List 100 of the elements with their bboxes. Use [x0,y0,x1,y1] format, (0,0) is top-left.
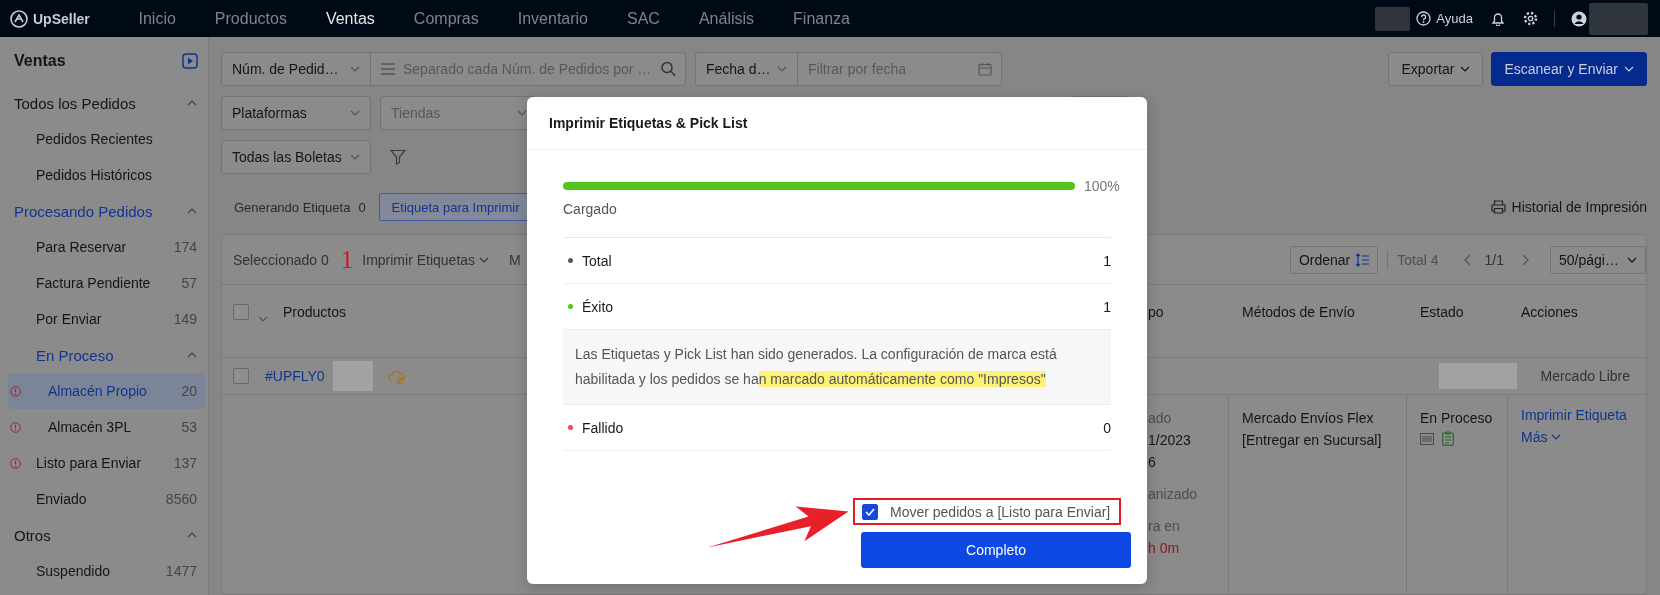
list-icon [381,63,395,75]
nav-item[interactable]: Inventario [498,9,608,28]
cell-text: ra en [1148,517,1181,536]
print-history-link[interactable]: Historial de Impresión [1490,199,1647,215]
next-page-icon[interactable] [1522,253,1530,266]
selected-count: Seleccionado 0 [233,251,329,268]
play-icon[interactable] [182,53,198,69]
dropdown[interactable]: Núm. de Pedid… [221,52,371,86]
nav-item[interactable]: Inicio [119,9,196,28]
sidebar-item[interactable]: Pedidos Recientes [8,121,206,157]
printer-icon [1490,200,1506,214]
user-icon[interactable] [1571,10,1587,27]
sidebar-item[interactable]: Enviado 8560 [8,481,206,517]
shipping-method: Mercado Envíos Flex [Entregar en Sucursal] [1242,410,1382,448]
sidebar-group[interactable]: Procesando Pedidos [8,193,206,229]
status-tab[interactable]: Generando Etiqueta 0 [221,193,379,221]
chevron-down-icon [350,66,360,72]
item-count: 149 [173,311,197,327]
toolbar-action: M [509,251,521,268]
summary-value: 1 [1103,298,1111,315]
sidebar-item[interactable]: Factura Pendiente 57 [8,265,206,301]
export-button[interactable]: Exportar [1388,52,1484,86]
sidebar-item[interactable]: Suspendido 1477 [8,553,206,589]
sidebar-group[interactable]: Otros [8,517,206,553]
settings-icon[interactable] [1523,11,1538,26]
check-icon [865,507,875,516]
sidebar-group[interactable]: Todos los Pedidos [8,85,206,121]
sort-button[interactable]: Ordenar [1289,245,1379,274]
sidebar-group[interactable]: En Proceso [8,337,206,373]
chevron-up-icon [187,532,197,538]
dialog-title: Imprimir Etiquetas & Pick List [549,115,748,131]
summary-value: 1 [1103,252,1111,269]
item-count: 1477 [165,563,197,579]
nav-item[interactable]: Compras [394,9,499,28]
chevron-up-icon [187,208,197,214]
chevron-down-icon [479,256,490,263]
sidebar-item[interactable]: Listo para Enviar 137 [8,445,206,481]
scan-button[interactable]: Escanear y Enviar [1491,52,1647,86]
sort-icon [1355,252,1370,267]
order-number-link[interactable]: #UPFLY0 [265,368,325,384]
column-header: Acciones [1521,304,1578,320]
print-labels-menu[interactable]: Imprimir Etiquetas [362,251,490,268]
progress-percent: 100% [1084,178,1120,194]
filter-icon[interactable] [390,149,406,165]
sidebar-item[interactable]: Almacén Propio 20 [8,373,206,409]
search-icon [661,61,676,77]
checkbox[interactable] [233,368,249,384]
more-menu[interactable]: Más [1521,429,1562,445]
print-label-link[interactable]: Imprimir Etiqueta [1521,407,1627,423]
complete-button[interactable]: Completo [861,532,1131,568]
column-header: Estado [1420,304,1464,320]
chevron-down-icon [517,110,527,116]
checkbox[interactable] [233,304,249,320]
sidebar-item[interactable]: Almacén 3PL 53 [8,409,206,445]
nav-item[interactable]: Ventas [306,9,395,28]
item-count: 57 [181,275,197,291]
column-header: Métodos de Envío [1242,304,1355,320]
nav-item[interactable]: Finanza [773,9,870,28]
sidebar-title: Ventas [14,52,66,70]
bell-icon[interactable] [1491,11,1505,26]
chevron-down-icon [258,316,268,322]
summary-label: Total [582,252,612,269]
checkbox[interactable] [862,503,878,520]
previous-page-icon[interactable] [1462,253,1471,266]
page-indicator: 1/1 [1484,251,1504,268]
sidebar-item[interactable]: Pedidos Históricos [8,157,206,193]
cloud-icon [387,368,405,384]
logo-icon [10,9,28,28]
item-count: 174 [173,239,197,255]
column-header: po [1148,304,1164,320]
chevron-down-icon [777,66,787,72]
chevron-down-icon [1624,66,1634,72]
help-icon [1416,11,1432,26]
sidebar-item[interactable]: Para Reservar 174 [8,229,206,265]
chevron-down-icon [350,110,360,116]
nav-item[interactable]: SAC [607,9,680,28]
alert-icon [10,457,21,469]
nav-item[interactable]: Análisis [679,9,774,28]
sidebar-item[interactable]: Por Enviar 149 [8,301,206,337]
redacted-block [1375,6,1411,31]
cell-text: h 0m [1148,539,1181,558]
chevron-up-icon [187,352,197,358]
item-count: 53 [181,419,197,435]
item-count: 137 [173,455,197,471]
nav-item[interactable]: Productos [195,9,307,28]
cell-text: ado [1148,409,1173,428]
chevron-down-icon [1627,256,1637,263]
dropdown[interactable]: Plataformas [221,96,371,130]
dropdown[interactable]: Fecha d… [695,52,798,86]
total-count: Total 4 [1397,251,1439,268]
column-header: Productos [283,304,347,322]
chevron-down-icon [1551,434,1562,440]
summary-label: Éxito [582,298,614,315]
item-count: 20 [181,383,197,399]
help-link[interactable]: Ayuda [1416,11,1473,26]
redacted-block [1589,2,1648,35]
checkbox-label: Mover pedidos a [Listo para Enviar] [890,503,1111,520]
dropdown[interactable]: Todas las Boletas [221,140,371,174]
chevron-down-icon [350,154,360,160]
page-size-dropdown[interactable]: 50/pági… [1550,245,1646,274]
